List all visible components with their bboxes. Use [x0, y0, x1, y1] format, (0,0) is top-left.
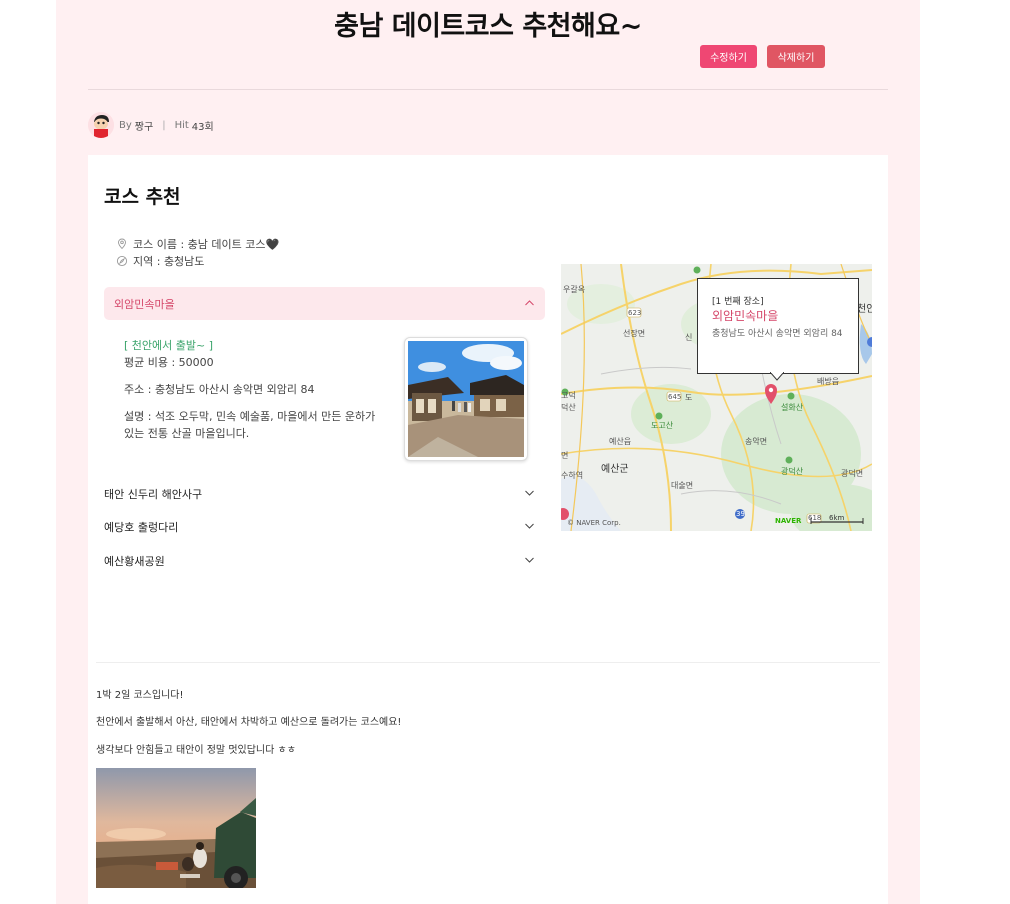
map-label: 도고산 [651, 421, 674, 430]
map-label: 설화산 [781, 403, 804, 412]
compass-icon [116, 255, 128, 267]
content-divider [96, 662, 880, 663]
course-region: 지역 : 충청남도 [133, 255, 205, 268]
content-line: 1박 2일 코스입니다! [96, 690, 184, 701]
course-region-line: 지역 : 충청남도 [116, 253, 204, 269]
chevron-up-icon [525, 300, 534, 306]
map-label: 예산읍 [609, 437, 632, 446]
map-route-number: 645 [668, 393, 682, 401]
map-label: 덕산 [561, 403, 576, 412]
post-title: 충남 데이트코스 추천해요~ [334, 11, 642, 42]
map-label: 광덕면 [841, 469, 864, 478]
hit-count: 43회 [191, 121, 214, 133]
map-info-popup[interactable]: [1 번째 장소] 외암민속마을 충청남도 아산시 송악면 외암리 84 [697, 278, 859, 381]
map-label: 천안 [857, 304, 872, 315]
popup-place-name: 외암민속마을 [712, 309, 779, 323]
naver-logo[interactable]: NAVER [775, 517, 801, 525]
edit-button[interactable]: 수정하기 [700, 45, 757, 68]
meta-separator: | [162, 119, 166, 131]
author-name[interactable]: 짱구 [135, 118, 153, 133]
location-pin-icon [118, 238, 126, 250]
place-subtitle: [ 천안에서 출발~ ] [124, 339, 214, 352]
map-label: 신 [685, 333, 693, 342]
content-photo [96, 768, 256, 888]
place-description: 설명 : 석조 오두막, 민속 예술품, 마을에서 만든 운하가 있는 전통 산… [124, 410, 376, 440]
place-title: 태안 신두리 해안사구 [104, 488, 203, 501]
place-accordion-header-3[interactable]: 예당호 출렁다리 [104, 516, 535, 538]
header-divider [88, 89, 888, 90]
place-accordion-header-2[interactable]: 태안 신두리 해안사구 [104, 483, 535, 505]
map-label: 고덕 [561, 391, 576, 400]
map-label: 대술면 [671, 481, 694, 490]
course-map[interactable]: 우갈옥 선장면 신 천안 배방읍 도 도고산 설화산 예산읍 송악면 예산군 면… [561, 264, 872, 531]
content-line: 천안에서 출발해서 아산, 태안에서 차박하고 예산으로 돌려가는 코스예요! [96, 717, 402, 728]
post-page: 충남 데이트코스 추천해요~ 수정하기 삭제하기 By 짱구 | Hit 43회… [56, 0, 920, 904]
delete-button[interactable]: 삭제하기 [767, 45, 825, 68]
place-cost: 평균 비용 : 50000 [124, 356, 214, 369]
course-name: 코스 이름 : 충남 데이트 코스🖤 [133, 238, 280, 251]
map-label: 수하역 [561, 471, 584, 480]
place-photo [404, 337, 528, 461]
popup-order: [1 번째 장소] [712, 297, 764, 307]
map-route-number: 618 [808, 514, 822, 522]
place-title: 예당호 출렁다리 [104, 521, 179, 534]
map-copyright: © NAVER Corp. [567, 519, 621, 527]
map-route-number: 623 [628, 309, 642, 317]
chevron-down-icon [525, 523, 534, 529]
place-address: 주소 : 충청남도 아산시 송악면 외암리 84 [124, 383, 315, 396]
popup-pointer [770, 372, 784, 381]
map-label: 도 [685, 393, 693, 402]
map-label: 선장면 [623, 329, 646, 338]
course-card: 코스 추천 코스 이름 : 충남 데이트 코스🖤 지역 : 충청남도 외암민속마… [88, 155, 888, 904]
map-scale: 6km [829, 514, 845, 522]
map-label: 면 [561, 451, 569, 460]
course-heading: 코스 추천 [104, 186, 181, 208]
map-label: 배방읍 [817, 377, 840, 386]
by-label: By [119, 119, 132, 131]
chevron-down-icon [525, 490, 534, 496]
avatar[interactable] [88, 112, 114, 138]
place-accordion-header-1[interactable]: 외암민속마을 [104, 287, 545, 320]
map-label: 예산군 [601, 464, 629, 475]
hit-label: Hit [174, 119, 189, 131]
place-title: 외암민속마을 [114, 298, 175, 311]
map-route-number: 39 [736, 510, 745, 518]
chevron-down-icon [525, 557, 534, 563]
post-meta: By 짱구 | Hit 43회 [88, 112, 214, 138]
map-label: 우갈옥 [563, 285, 586, 294]
content-line: 생각보다 안힘들고 태안이 정말 멋있답니다 ㅎㅎ [96, 745, 296, 756]
place-accordion-header-4[interactable]: 예산황새공원 [104, 550, 535, 572]
map-label: 송악면 [745, 437, 768, 446]
place-title: 예산황새공원 [104, 555, 165, 568]
popup-address: 충청남도 아산시 송악면 외암리 84 [712, 329, 843, 339]
course-name-line: 코스 이름 : 충남 데이트 코스🖤 [116, 236, 279, 252]
map-label: 광덕산 [781, 467, 804, 476]
